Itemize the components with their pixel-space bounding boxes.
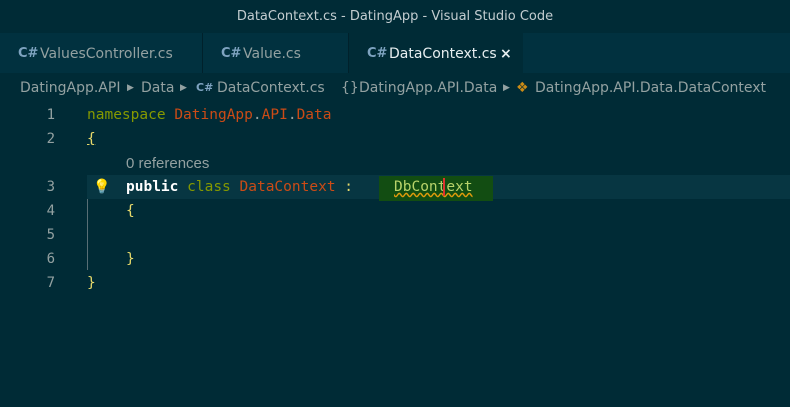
chevron-right-icon: ▶ — [127, 83, 134, 93]
tab-label: DataContext.cs — [389, 46, 497, 62]
code-text: } — [87, 275, 96, 291]
close-icon[interactable]: × — [500, 33, 512, 75]
code-line-6: 6 } — [0, 247, 790, 271]
code-text: { — [126, 203, 135, 219]
csharp-file-icon: C# — [221, 46, 242, 61]
code-line-2: 2 { — [0, 127, 790, 151]
text-cursor — [443, 178, 445, 196]
tab-value[interactable]: C# Value.cs — [203, 33, 349, 73]
base-class-name: DbContext — [394, 179, 473, 195]
tab-valuescontroller[interactable]: C# ValuesController.cs — [0, 33, 203, 73]
line-number: 3 — [46, 179, 55, 195]
csharp-file-icon: C# — [196, 81, 214, 94]
line-number: 6 — [46, 251, 55, 267]
line-number: 7 — [46, 275, 55, 291]
code-text: } — [126, 251, 135, 267]
code-text: namespace DatingApp.API.Data — [87, 107, 332, 123]
tab-label: Value.cs — [243, 46, 301, 62]
code-editor[interactable]: 1 namespace DatingApp.API.Data 2 { 0 ref… — [0, 103, 790, 407]
namespace-icon: {} — [341, 80, 359, 96]
line-number: 2 — [46, 131, 55, 147]
breadcrumb-item-file[interactable]: DataContext.cs — [217, 73, 325, 103]
codelens-references[interactable]: 0 references — [126, 153, 209, 175]
chevron-right-icon: ▶ — [180, 83, 187, 93]
line-number: 5 — [46, 227, 55, 243]
breadcrumb: DatingApp.API ▶ Data ▶ C# DataContext.cs… — [0, 73, 790, 103]
tab-label: ValuesController.cs — [40, 46, 173, 62]
breadcrumb-item-project[interactable]: DatingApp.API — [20, 73, 120, 103]
chevron-right-icon: ▶ — [503, 83, 510, 93]
tab-bar: C# ValuesController.cs C# Value.cs C# Da… — [0, 33, 790, 73]
code-text: { — [87, 131, 96, 147]
line-number: 4 — [46, 203, 55, 219]
breadcrumb-item-folder[interactable]: Data — [141, 73, 174, 103]
lightbulb-icon[interactable]: 💡 — [93, 175, 110, 199]
tab-datacontext[interactable]: C# DataContext.cs × — [349, 33, 523, 73]
code-line-3: 3 💡 public class DataContext : DbContext — [0, 175, 790, 201]
csharp-file-icon: C# — [367, 46, 388, 61]
code-text: public class DataContext : — [126, 179, 354, 195]
breadcrumb-item-class[interactable]: DatingApp.API.Data.DataContext — [535, 73, 766, 103]
breadcrumb-item-namespace[interactable]: DatingApp.API.Data — [359, 73, 497, 103]
code-line-5: 5 — [0, 223, 790, 247]
code-line-4: 4 { — [0, 199, 790, 223]
line-number: 1 — [46, 107, 55, 123]
csharp-file-icon: C# — [18, 46, 39, 61]
code-line-7: 7 } — [0, 271, 790, 295]
window-title: DataContext.cs - DatingApp - Visual Stud… — [0, 0, 790, 33]
class-symbol-icon: ❖ — [516, 80, 529, 96]
code-line-1: 1 namespace DatingApp.API.Data — [0, 103, 790, 127]
